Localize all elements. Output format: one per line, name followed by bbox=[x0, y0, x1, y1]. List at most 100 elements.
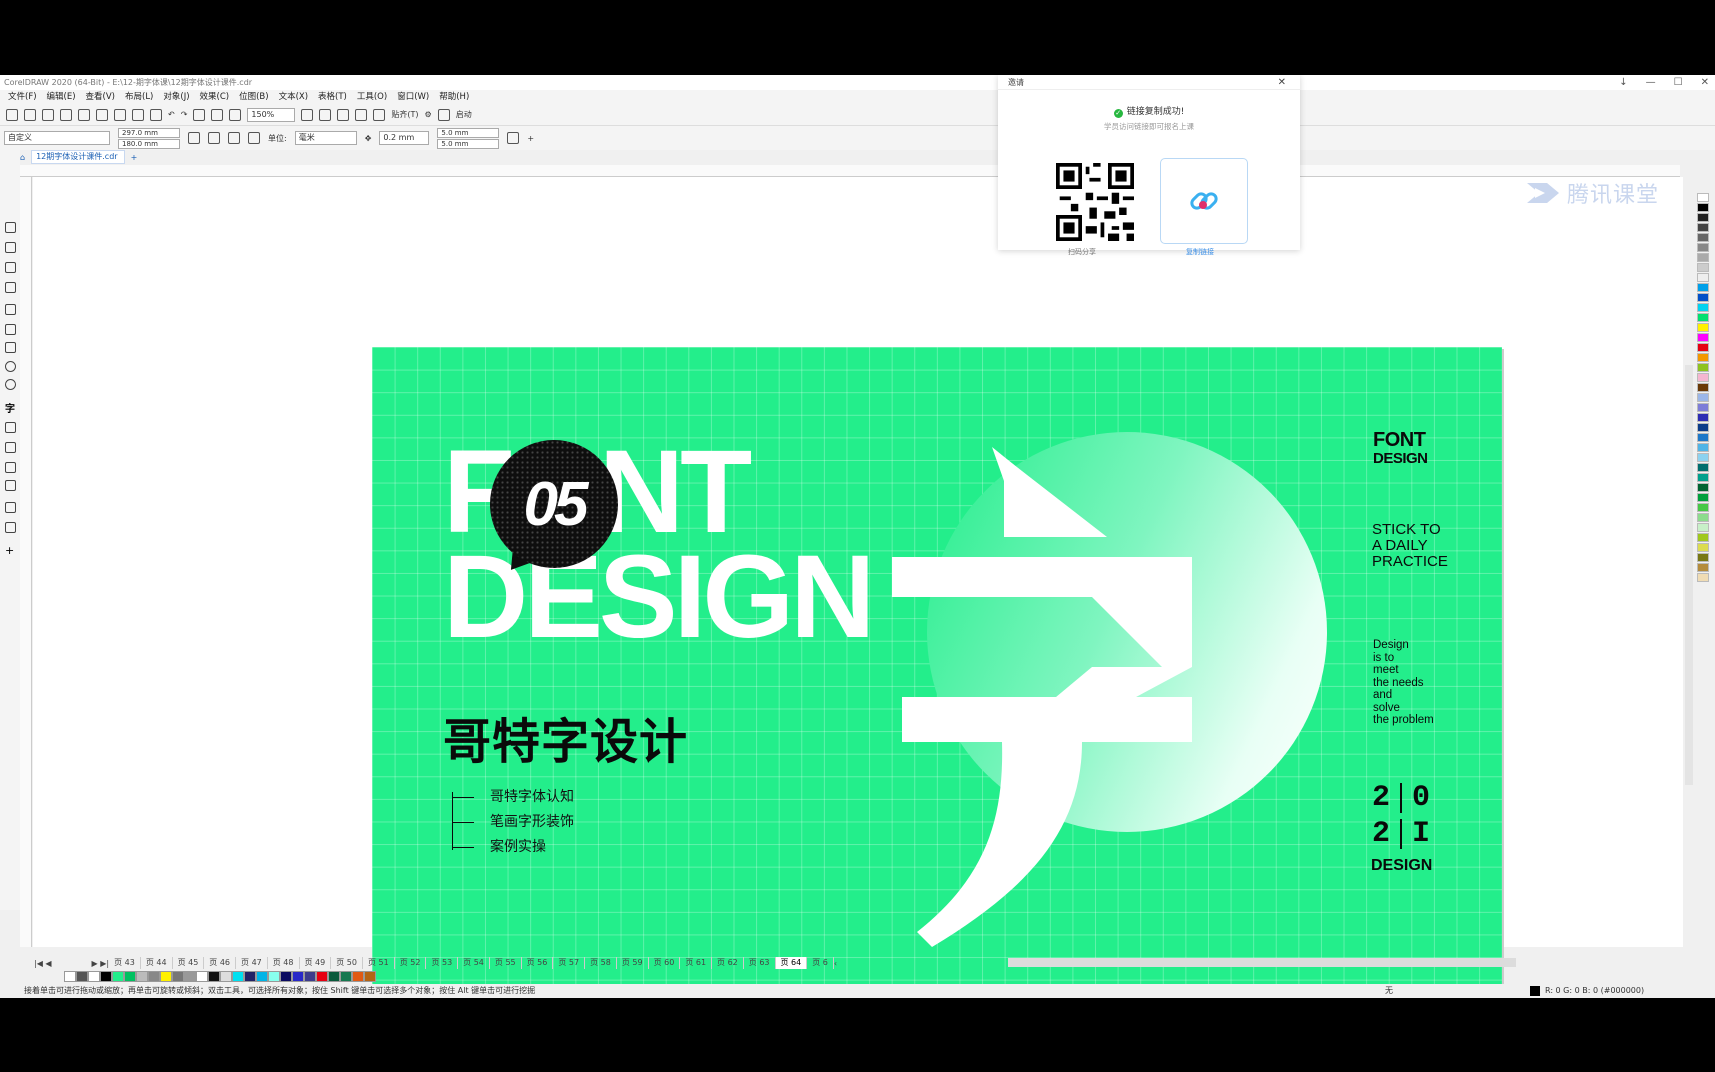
menu-bitmaps[interactable]: 位图(B) bbox=[237, 90, 276, 104]
palette-swatch[interactable] bbox=[1697, 213, 1709, 222]
page-tab[interactable]: 页 49 bbox=[300, 957, 332, 969]
palette-swatch[interactable] bbox=[1697, 463, 1709, 472]
palette-swatch[interactable] bbox=[1697, 303, 1709, 312]
menu-layout[interactable]: 布局(L) bbox=[123, 90, 161, 104]
page-tab[interactable]: 页 51 bbox=[363, 957, 395, 969]
doc-swatch[interactable] bbox=[208, 971, 220, 982]
doc-swatch[interactable] bbox=[304, 971, 316, 982]
page-preset-select[interactable]: 自定义 bbox=[4, 131, 110, 145]
unit-select[interactable]: 毫米 bbox=[294, 131, 357, 145]
doc-swatch[interactable] bbox=[88, 971, 100, 982]
doc-swatch[interactable] bbox=[268, 971, 280, 982]
page-tab[interactable]: 页 43 bbox=[109, 957, 141, 969]
palette-swatch[interactable] bbox=[1697, 553, 1709, 562]
scroll-left-icon[interactable]: ‹ bbox=[834, 959, 837, 968]
page-tab[interactable]: 页 47 bbox=[236, 957, 268, 969]
horizontal-scrollbar[interactable] bbox=[1008, 958, 1516, 967]
nudge-input[interactable]: 0.2 mm bbox=[379, 131, 430, 145]
qr-code-icon[interactable] bbox=[1056, 163, 1134, 241]
menu-effects[interactable]: 效果(C) bbox=[198, 90, 238, 104]
add-icon[interactable]: + bbox=[527, 134, 534, 143]
popup-close-icon[interactable]: ✕ bbox=[1278, 75, 1286, 90]
page-border-icon[interactable] bbox=[507, 132, 520, 144]
doc-swatch[interactable] bbox=[148, 971, 160, 982]
page-tab[interactable]: 页 63 bbox=[744, 957, 776, 969]
doc-swatch[interactable] bbox=[172, 971, 184, 982]
eyedropper-tool-icon[interactable] bbox=[5, 502, 16, 513]
launch-icon[interactable] bbox=[437, 108, 450, 121]
connector-tool-icon[interactable] bbox=[5, 442, 16, 453]
portrait-icon[interactable] bbox=[188, 132, 200, 144]
line-tool-icon[interactable] bbox=[5, 422, 16, 433]
palette-swatch[interactable] bbox=[1697, 533, 1709, 542]
palette-swatch[interactable] bbox=[1697, 573, 1709, 582]
palette-swatch[interactable] bbox=[1697, 383, 1709, 392]
doc-swatch[interactable] bbox=[280, 971, 292, 982]
palette-swatch[interactable] bbox=[1697, 443, 1709, 452]
palette-swatch[interactable] bbox=[1697, 423, 1709, 432]
doc-swatch[interactable] bbox=[160, 971, 172, 982]
landscape-icon[interactable] bbox=[208, 132, 220, 144]
paste-icon[interactable] bbox=[150, 108, 162, 121]
export-icon[interactable] bbox=[211, 108, 224, 121]
options-gear-icon[interactable]: ⚙ bbox=[425, 110, 432, 119]
page-tab[interactable]: 页 59 bbox=[617, 957, 649, 969]
undo-icon[interactable]: ↶ bbox=[168, 110, 175, 119]
doc-swatch[interactable] bbox=[100, 971, 112, 982]
polygon-tool-icon[interactable] bbox=[5, 379, 16, 390]
page-tab[interactable]: 页 58 bbox=[585, 957, 617, 969]
palette-swatch[interactable] bbox=[1697, 373, 1709, 382]
download-icon[interactable]: ↓ bbox=[1619, 75, 1627, 90]
menu-edit[interactable]: 编辑(E) bbox=[45, 90, 84, 104]
palette-swatch[interactable] bbox=[1697, 323, 1709, 332]
page-tab[interactable]: 页 48 bbox=[268, 957, 300, 969]
horizontal-ruler[interactable] bbox=[20, 165, 1680, 177]
page-tab[interactable]: 页 55 bbox=[490, 957, 522, 969]
palette-swatch[interactable] bbox=[1697, 393, 1709, 402]
menu-text[interactable]: 文本(X) bbox=[277, 90, 316, 104]
page-tab[interactable]: 页 56 bbox=[522, 957, 554, 969]
palette-swatch[interactable] bbox=[1697, 233, 1709, 242]
menu-table[interactable]: 表格(T) bbox=[316, 90, 355, 104]
palette-swatch[interactable] bbox=[1697, 543, 1709, 552]
cloud-upload-icon[interactable] bbox=[78, 108, 90, 121]
doc-swatch[interactable] bbox=[124, 971, 136, 982]
rectangle-tool-icon[interactable] bbox=[5, 342, 16, 353]
brush-tool-icon[interactable] bbox=[5, 262, 16, 273]
artboard[interactable]: FONT DESIGN 05 哥特字设计 哥特字体认知 笔画字形装饰 案例实操 … bbox=[372, 347, 1502, 998]
menu-window[interactable]: 窗口(W) bbox=[395, 90, 437, 104]
palette-swatch[interactable] bbox=[1697, 313, 1709, 322]
document-tab[interactable]: 12期字体设计课件.cdr bbox=[31, 150, 125, 164]
page-tab-active[interactable]: 页 64 bbox=[775, 957, 808, 969]
menu-object[interactable]: 对象(J) bbox=[161, 90, 197, 104]
page-tab[interactable]: 页 62 bbox=[712, 957, 744, 969]
current-page-icon[interactable] bbox=[248, 132, 260, 144]
cloud-download-icon[interactable] bbox=[60, 108, 72, 121]
menu-help[interactable]: 帮助(H) bbox=[437, 90, 477, 104]
zoom-select[interactable]: 150% bbox=[247, 107, 296, 122]
palette-swatch[interactable] bbox=[1697, 403, 1709, 412]
palette-swatch[interactable] bbox=[1697, 523, 1709, 532]
doc-swatch[interactable] bbox=[112, 971, 124, 982]
fullscreen-icon[interactable] bbox=[301, 108, 314, 121]
minimize-button[interactable]: — bbox=[1646, 75, 1656, 90]
close-button[interactable]: ✕ bbox=[1701, 75, 1709, 90]
menu-tools[interactable]: 工具(O) bbox=[355, 90, 395, 104]
palette-swatch[interactable] bbox=[1697, 263, 1709, 272]
snap-icon[interactable] bbox=[373, 108, 386, 121]
doc-swatch[interactable] bbox=[316, 971, 328, 982]
drawing-canvas[interactable]: FONT DESIGN 05 哥特字设计 哥特字体认知 笔画字形装饰 案例实操 … bbox=[33, 177, 1683, 998]
palette-swatch[interactable] bbox=[1697, 363, 1709, 372]
copy-icon[interactable] bbox=[132, 108, 144, 121]
text-tool-icon[interactable]: 字 bbox=[5, 400, 16, 415]
open-folder-icon[interactable] bbox=[24, 108, 36, 121]
doc-swatch[interactable] bbox=[136, 971, 148, 982]
page-width-input[interactable]: 297.0 mm bbox=[118, 127, 180, 138]
grid-icon[interactable] bbox=[337, 108, 350, 121]
pdf-icon[interactable] bbox=[229, 108, 242, 121]
palette-swatch[interactable] bbox=[1697, 433, 1709, 442]
rulers-icon[interactable] bbox=[319, 108, 332, 121]
menu-file[interactable]: 文件(F) bbox=[6, 90, 45, 104]
palette-swatch[interactable] bbox=[1697, 223, 1709, 232]
doc-swatch[interactable] bbox=[256, 971, 268, 982]
